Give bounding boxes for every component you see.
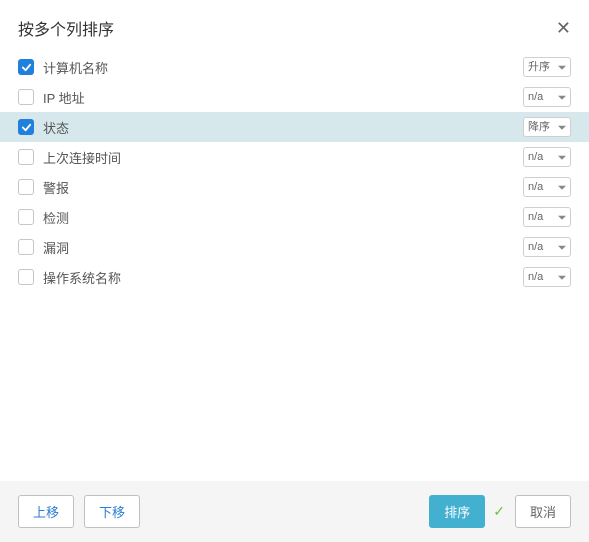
column-label: 上次连接时间 [43,148,121,167]
sort-columns-list: 计算机名称升序IP 地址n/a状态降序上次连接时间n/a警报n/a检测n/a漏洞… [0,52,589,481]
column-label: 警报 [43,178,69,197]
column-checkbox[interactable] [18,179,34,195]
column-label: 漏洞 [43,238,69,257]
order-select[interactable]: 升序 [523,57,571,77]
order-select[interactable]: n/a [523,237,571,257]
order-select[interactable]: 降序 [523,117,571,137]
order-select[interactable]: n/a [523,87,571,107]
sort-button[interactable]: 排序 [429,495,485,528]
sort-row[interactable]: 上次连接时间 n/a [0,142,589,172]
dialog-title: 按多个列排序 [18,16,114,40]
sort-row[interactable]: 检测 n/a [0,202,589,232]
column-label: 检测 [43,208,69,227]
column-checkbox[interactable] [18,89,34,105]
sort-row[interactable]: IP 地址 n/a [0,82,589,112]
column-checkbox[interactable] [18,209,34,225]
order-select[interactable]: n/a [523,267,571,287]
column-checkbox[interactable] [18,59,34,75]
column-checkbox[interactable] [18,119,34,135]
column-checkbox[interactable] [18,239,34,255]
order-select[interactable]: n/a [523,147,571,167]
column-label: 状态 [43,118,69,137]
move-up-button[interactable]: 上移 [18,495,74,528]
sort-row[interactable]: 计算机名称 升序 [0,52,589,82]
column-checkbox[interactable] [18,269,34,285]
sort-row[interactable]: 操作系统名称 n/a [0,262,589,292]
dialog-footer: 上移 下移 排序 ✓ 取消 [0,481,589,542]
order-select[interactable]: n/a [523,207,571,227]
checkmark-icon: ✓ [493,503,505,520]
column-label: 操作系统名称 [43,268,121,287]
order-select[interactable]: n/a [523,177,571,197]
sort-row[interactable]: 漏洞 n/a [0,232,589,262]
close-icon[interactable]: ✕ [556,19,571,37]
cancel-button[interactable]: 取消 [515,495,571,528]
column-label: 计算机名称 [43,58,108,77]
move-down-button[interactable]: 下移 [84,495,140,528]
dialog-header: 按多个列排序 ✕ [0,0,589,52]
column-label: IP 地址 [43,88,85,107]
column-checkbox[interactable] [18,149,34,165]
sort-row[interactable]: 状态 降序 [0,112,589,142]
sort-row[interactable]: 警报 n/a [0,172,589,202]
